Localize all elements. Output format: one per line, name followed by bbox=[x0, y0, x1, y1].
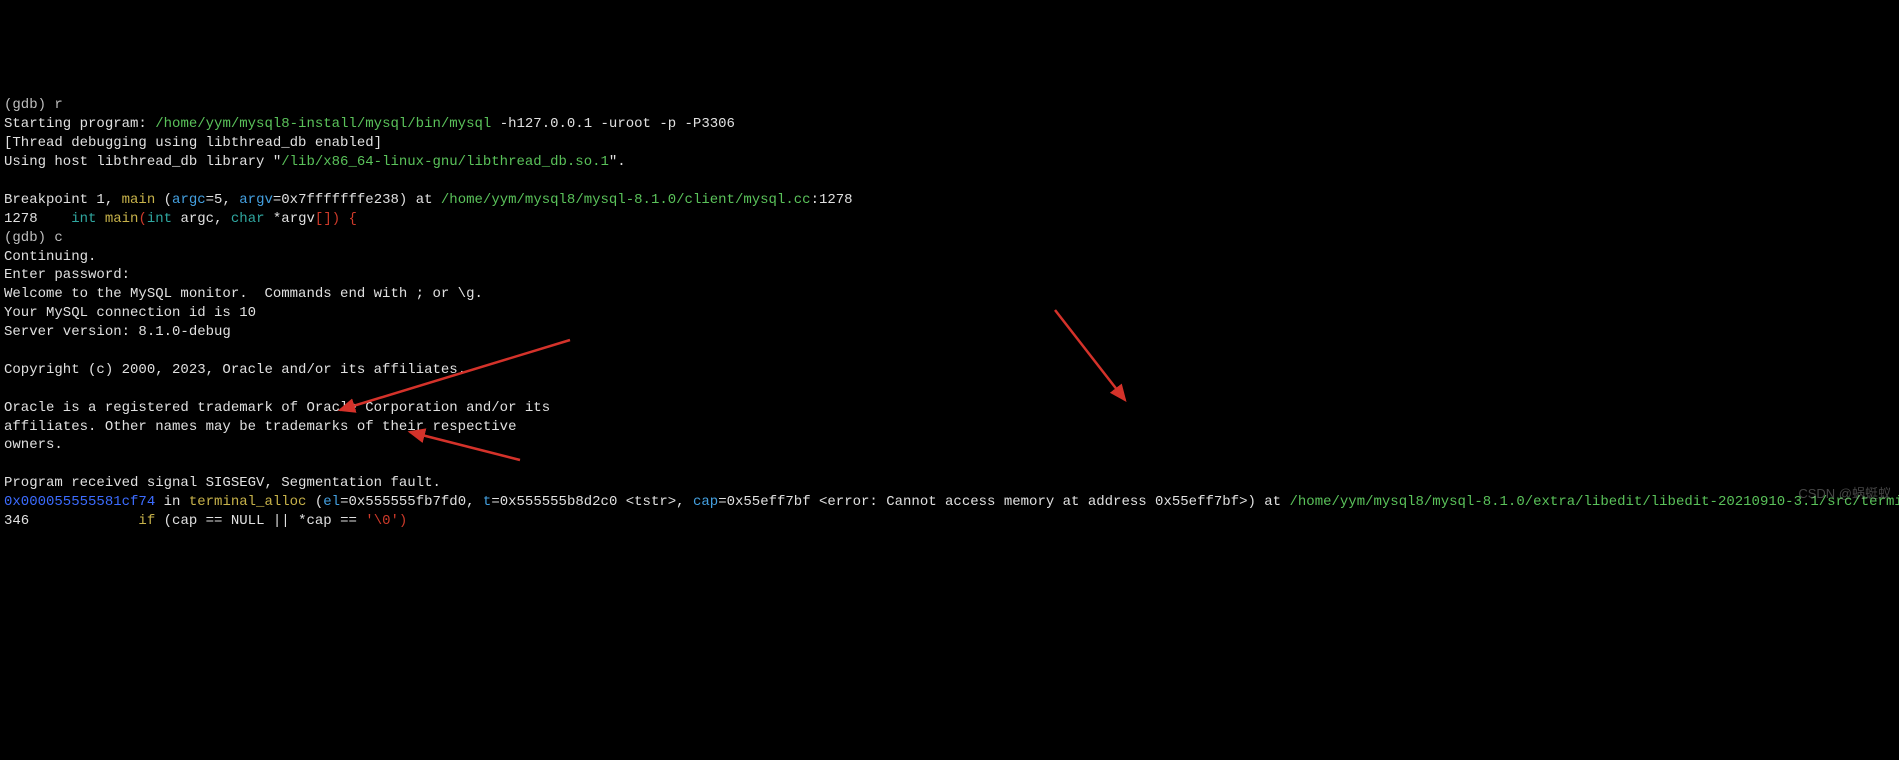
bp-file: /home/yym/mysql8/mysql-8.1.0/client/mysq… bbox=[441, 192, 811, 208]
copyright: Copyright (c) 2000, 2023, Oracle and/or … bbox=[4, 362, 466, 378]
gdb-prompt[interactable]: (gdb) r bbox=[4, 97, 63, 113]
conn-id: Your MySQL connection id is 10 bbox=[4, 305, 256, 321]
server-version: Server version: 8.1.0-debug bbox=[4, 324, 231, 340]
trademark-2: affiliates. Other names may be trademark… bbox=[4, 419, 516, 435]
thread-debug-msg: [Thread debugging using libthread_db ena… bbox=[4, 135, 382, 151]
bp-func: main bbox=[122, 192, 156, 208]
fault-func: terminal_alloc bbox=[189, 494, 307, 510]
trademark-1: Oracle is a registered trademark of Orac… bbox=[4, 400, 550, 416]
starting-program-label: Starting program: bbox=[4, 116, 155, 132]
breakpoint-label: Breakpoint 1, bbox=[4, 192, 122, 208]
using-host-b: ". bbox=[609, 154, 626, 170]
fault-address: 0x000055555581cf74 bbox=[4, 494, 155, 510]
welcome-msg: Welcome to the MySQL monitor. Commands e… bbox=[4, 286, 483, 302]
trademark-3: owners. bbox=[4, 437, 63, 453]
sigsegv-msg: Program received signal SIGSEGV, Segment… bbox=[4, 475, 441, 491]
terminal-output: (gdb) r Starting program: /home/yym/mysq… bbox=[0, 76, 1899, 533]
enter-password[interactable]: Enter password: bbox=[4, 267, 130, 283]
program-args: -h127.0.0.1 -uroot -p -P3306 bbox=[491, 116, 735, 132]
watermark: CSDN @蜗蜓蚁 bbox=[1798, 485, 1891, 503]
program-path: /home/yym/mysql8-install/mysql/bin/mysql bbox=[155, 116, 491, 132]
libthread-path: /lib/x86_64-linux-gnu/libthread_db.so.1 bbox=[281, 154, 609, 170]
continuing: Continuing. bbox=[4, 249, 96, 265]
using-host-a: Using host libthread_db library " bbox=[4, 154, 281, 170]
gdb-prompt-c[interactable]: (gdb) c bbox=[4, 230, 63, 246]
